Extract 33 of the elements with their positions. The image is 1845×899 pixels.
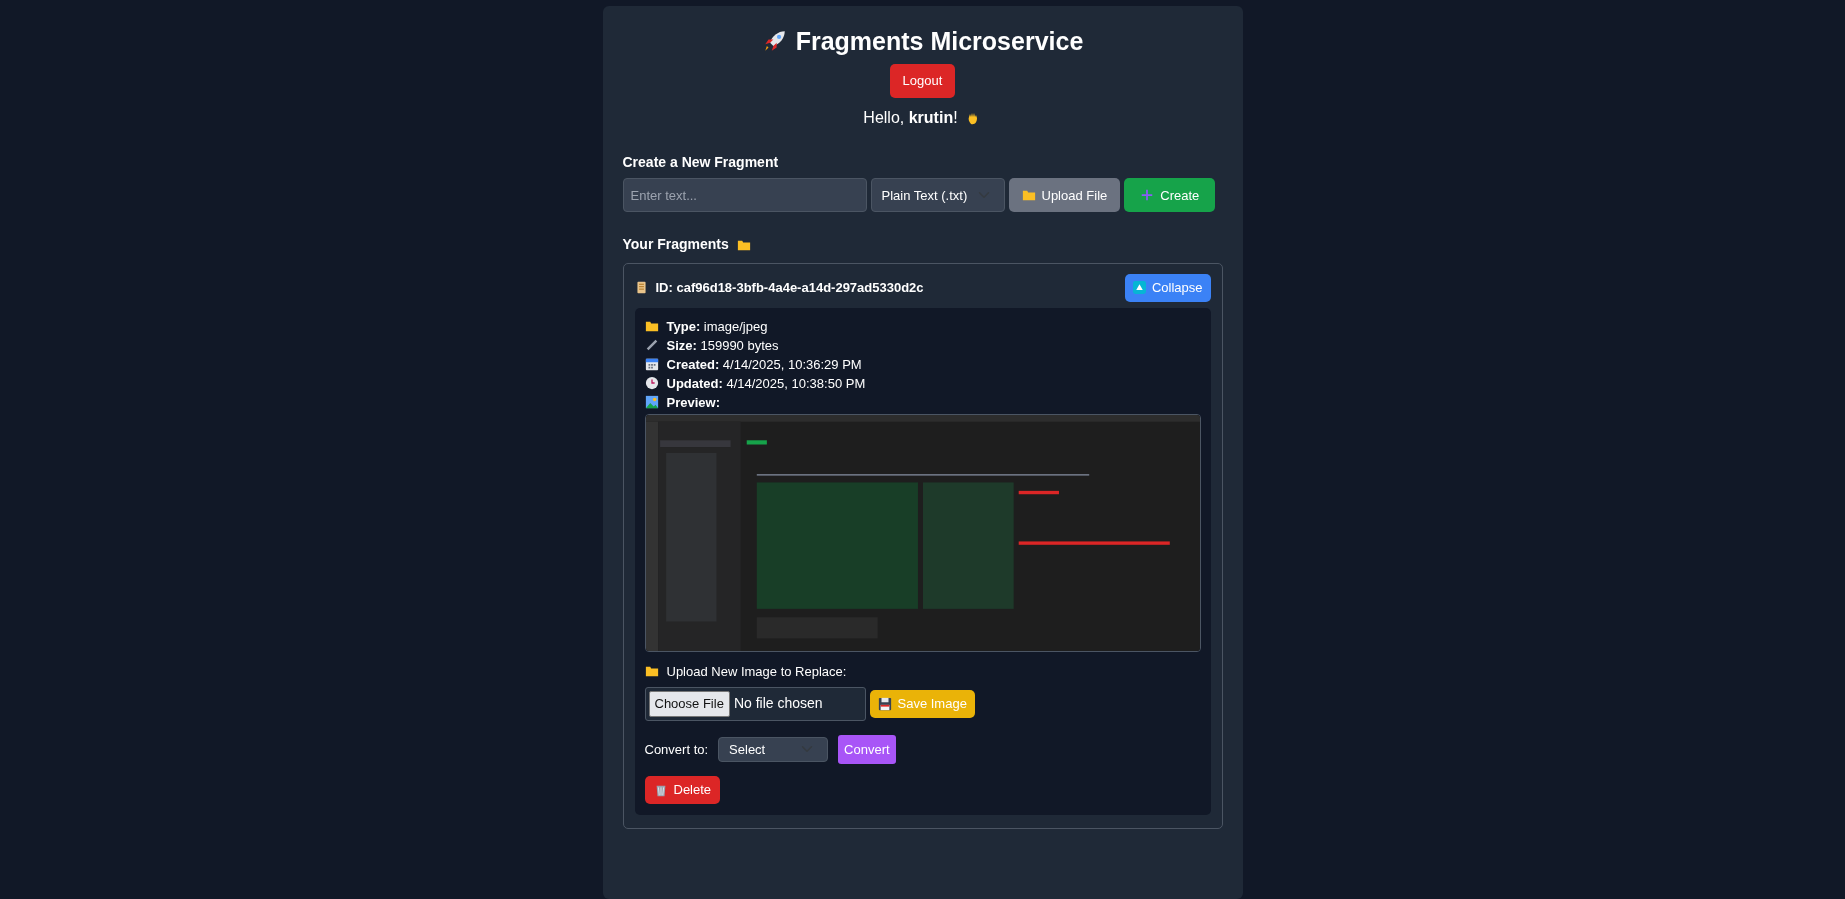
detail-text: Size: 159990 bytes xyxy=(666,336,779,355)
convert-select[interactable]: Select xyxy=(718,736,829,762)
clock-icon xyxy=(644,376,659,391)
section-heading: Create a New Fragment xyxy=(622,153,780,171)
plus-icon xyxy=(1140,188,1155,203)
collapse-button[interactable]: Collapse xyxy=(1124,274,1211,302)
app-title: Fragments Microservice xyxy=(795,26,1084,56)
section-heading: Your Fragments xyxy=(622,236,729,254)
calendar-icon xyxy=(644,357,659,372)
scroll-icon xyxy=(634,281,648,295)
convert-label: Convert to: xyxy=(644,740,709,759)
folder-icon xyxy=(1021,188,1036,203)
upload-file-button[interactable]: Upload File xyxy=(1008,178,1121,213)
type-select[interactable]: Plain Text (.txt) xyxy=(870,178,1005,213)
detail-text: Updated: 4/14/2025, 10:38:50 PM xyxy=(666,374,866,393)
logout-button[interactable]: Logout xyxy=(889,64,956,98)
image-icon xyxy=(644,395,659,410)
convert-button[interactable]: Convert xyxy=(838,734,896,765)
create-button[interactable]: Create xyxy=(1124,178,1216,213)
preview-label: Preview: xyxy=(666,393,720,412)
upload-label: Upload New Image to Replace: xyxy=(666,662,847,681)
file-status-text: No file chosen xyxy=(733,694,823,714)
detail-text: Created: 4/14/2025, 10:36:29 PM xyxy=(666,355,862,374)
folder-icon xyxy=(644,664,659,679)
text-input-field[interactable]: Enter text... xyxy=(622,178,867,213)
file-input-field[interactable]: Choose File No file chosen xyxy=(644,687,866,721)
greeting-text: Hello, krutin! xyxy=(863,107,958,128)
choose-file-button[interactable]: Choose File xyxy=(648,691,730,717)
detail-text: Type: image/jpeg xyxy=(666,317,768,336)
fragment-id: ID: caf96d18-3bfb-4a4e-a14d-297ad5330d2c xyxy=(655,279,924,298)
ruler-icon xyxy=(644,338,659,353)
folder-icon xyxy=(644,319,659,334)
delete-button[interactable]: Delete xyxy=(644,776,721,804)
